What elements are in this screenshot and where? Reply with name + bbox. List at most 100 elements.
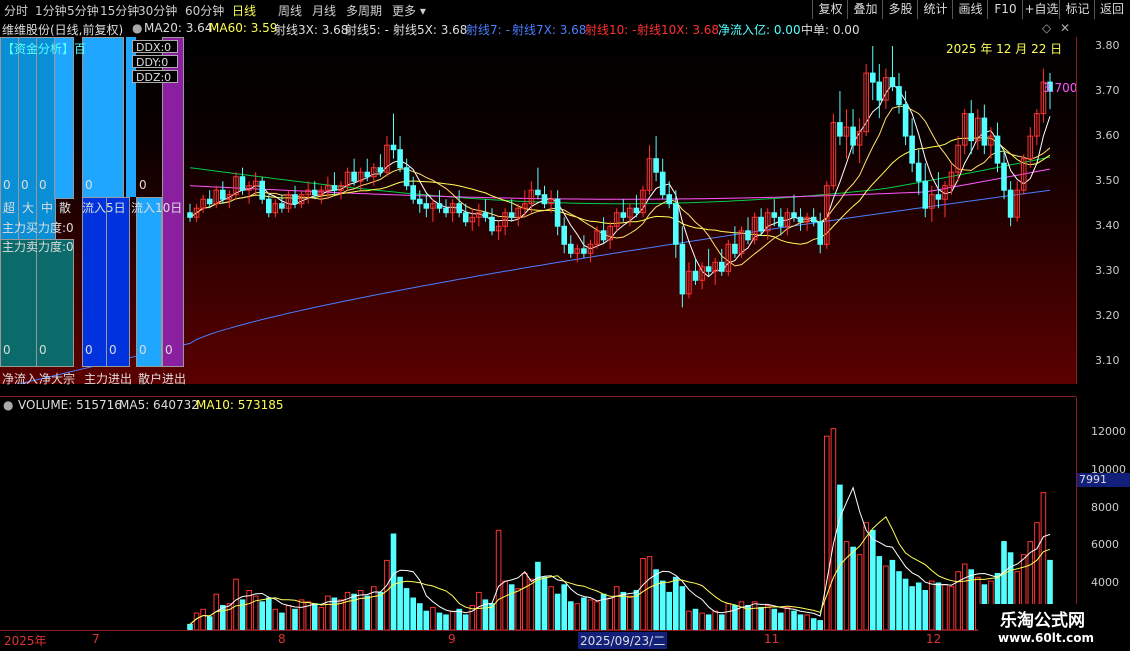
volume-bar [449,610,456,630]
volume-bar [456,608,462,630]
period-tab-4[interactable]: 30分钟 [138,2,177,19]
price-tick-5: 3.30 [1095,264,1120,278]
volume-bar [896,571,902,630]
settings-dot-icon[interactable]: ● [132,21,142,35]
volume-bar [311,603,318,630]
period-tab-9[interactable]: 多周期 [346,2,382,19]
close-icon[interactable]: ✕ [1060,21,1070,35]
volume-bar [870,529,876,630]
vol-ma10-value: MA10: 573185 [196,398,284,412]
capital-flow-title: 【资金分析】百 [2,42,87,56]
period-tab-5[interactable]: 60分钟 [185,2,224,19]
volume-bar [541,576,548,630]
volume-bar [508,584,515,630]
toolbar-button-2[interactable]: 多股 [882,0,918,19]
candle [909,135,915,164]
toolbar-button-0[interactable]: 复权 [812,0,848,19]
period-tab-2[interactable]: 5分钟 [67,2,99,19]
toolbar-button-8[interactable]: 返回 [1094,0,1129,19]
toolbar-button-7[interactable]: 标记 [1059,0,1095,19]
sx3x-value: 射线3X: 3.68 [274,23,349,37]
volume-bar [528,578,535,630]
ma20-value: MA20: 3.64 [144,21,213,35]
label-main-flow: 主力进出 [84,372,133,386]
volume-bar [423,610,430,630]
volume-bar [784,606,791,630]
date-axis: 2025年 7 8 9 2025/09/23/二 11 12 [0,630,1076,651]
candle [462,212,469,223]
volume-bar [292,608,298,630]
candle [732,243,738,254]
sx10-value: 射线10: - [585,23,637,37]
candle [817,221,824,245]
sx5x-value: 射线5X: 3.68 [393,23,468,37]
date-label-6: 12 [926,632,942,646]
period-tab-8[interactable]: 月线 [312,2,336,19]
volume-info-bar: ● VOLUME: 515716 MA5: 640732 MA10: 57318… [0,397,1076,413]
candle [935,194,942,200]
volume-bar [233,578,239,630]
candle [994,135,1001,164]
volume-bar [640,558,646,630]
volume-bar [804,614,810,630]
period-tab-3[interactable]: 15分钟 [100,2,139,19]
candle [220,189,226,200]
volume-bar [515,588,522,630]
period-tab-6[interactable]: 日线 [232,2,256,19]
stock-title[interactable]: 维维股份(日线,前复权) [2,21,123,38]
bar-inflow5-b [82,197,108,367]
volume-bar [915,582,922,630]
candle [351,171,357,182]
ddy-box: DDY:0 [132,55,178,69]
period-tab-0[interactable]: 分时 [4,2,28,19]
zero-2: 0 [21,178,29,192]
diamond-icon[interactable]: ◇ [1042,21,1051,35]
toolbar-button-5[interactable]: F10 [987,0,1023,19]
period-tab-10[interactable]: 更多 ▾ [392,2,426,19]
volume-bar [778,612,784,630]
volume-chart-panel[interactable] [0,413,1076,630]
watermark-url: www.60lt.com [998,631,1095,645]
sell-power-label: 主力卖力度:0 [2,240,74,254]
volume-bar [679,586,686,630]
candle [206,198,213,205]
volume-bar [837,484,843,630]
volume-bar [403,588,410,630]
volume-bar [522,573,528,630]
volume-bar [390,533,397,630]
volume-bar [436,612,443,630]
candle [331,185,338,191]
volume-bar [824,435,830,630]
period-tab-7[interactable]: 周线 [278,2,302,19]
watermark-name: 乐淘公式网 [1000,611,1085,631]
candle [850,126,856,146]
volume-bar [495,529,502,630]
net-inflow-value: 净流入亿: 0.00 [718,23,801,37]
period-tab-1[interactable]: 1分钟 [35,2,67,19]
volume-bar [712,610,719,630]
date-label-1: 7 [92,632,100,646]
candle [633,207,640,214]
settings-dot-icon[interactable]: ● [3,398,13,412]
volume-bar [758,606,764,630]
label-inflow5: 流入5日 [82,201,126,215]
bar-inflow5-a [82,37,124,199]
volume-bar [659,580,666,630]
label-inflow10: 流入10日 [131,201,183,215]
volume-bar [502,580,508,630]
volume-bar [699,612,705,630]
toolbar-button-3[interactable]: 统计 [917,0,953,19]
volume-bar [935,582,942,630]
label-mid: 中 [41,201,54,215]
toolbar-button-4[interactable]: 画线 [952,0,988,19]
date-label-0: 2025年 [4,634,47,648]
toolbar-button-6[interactable]: +自选 [1022,0,1060,19]
capital-flow-overlay: 【资金分析】百 DDX:0 DDY:0 DDZ:0 0 0 0 0 0 超 大 … [0,37,190,387]
candle [456,203,462,214]
volume-bar [850,546,856,630]
period-toolbar: 分时 1分钟 5分钟 15分钟 30分钟 60分钟 日线 周线 月线 多周期 更多 ▾ 复权 叠加 多股统… [0,0,1130,20]
bar-inflow5-c [106,197,130,367]
price-tick-6: 3.20 [1095,309,1120,323]
volume-bar [443,614,449,630]
toolbar-button-1[interactable]: 叠加 [847,0,883,19]
